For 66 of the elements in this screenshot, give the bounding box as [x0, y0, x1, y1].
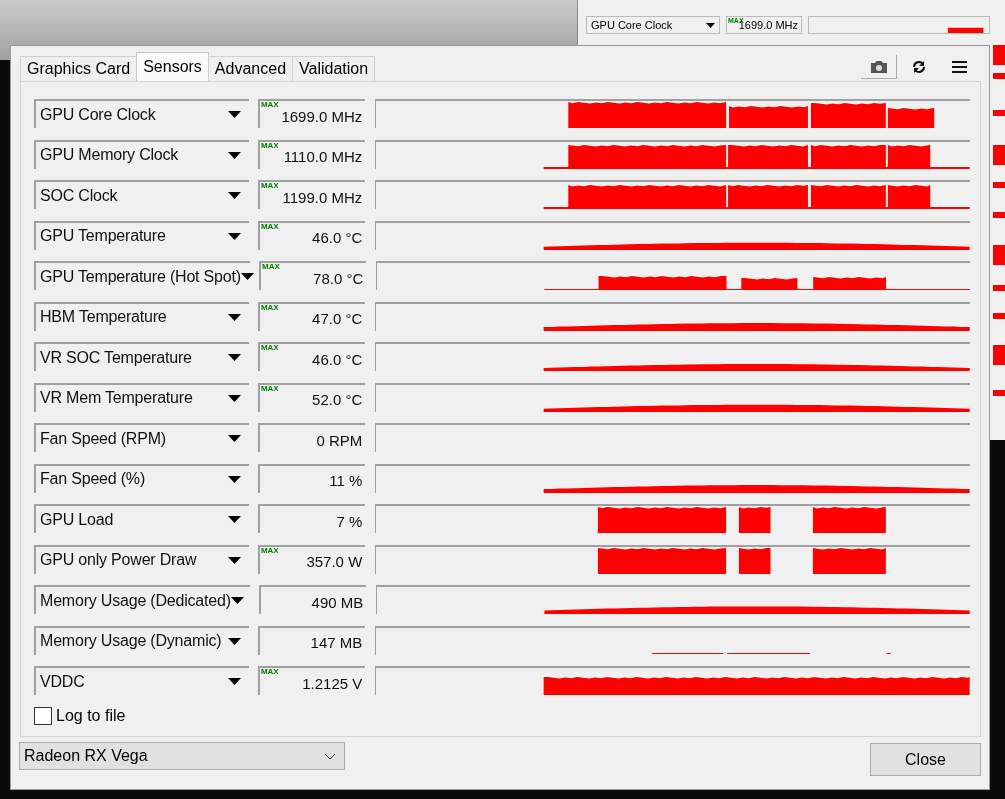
- sensor-dropdown[interactable]: GPU only Power Draw: [34, 544, 249, 574]
- max-label: MAX: [260, 344, 279, 352]
- max-label: MAX: [260, 303, 279, 312]
- caret-icon: [227, 678, 241, 685]
- max-label: MAX: [260, 182, 279, 190]
- sensor-dropdown[interactable]: Memory Usage (Dynamic): [34, 625, 249, 655]
- sensor-value: MAX 1.2125 V: [257, 666, 366, 695]
- caret-icon: [706, 22, 715, 28]
- caret-icon: [227, 516, 241, 523]
- sensor-dropdown[interactable]: Memory Usage (Dedicated): [34, 585, 250, 614]
- sensor-value: 147 MB: [257, 625, 366, 655]
- max-label: MAX: [260, 384, 279, 393]
- sensor-value: MAX 52.0 °C: [257, 382, 366, 412]
- sensor-value: MAX 78.0 °C: [259, 261, 367, 290]
- sensor-value: MAX 46.0 °C: [257, 342, 366, 371]
- sensor-dropdown[interactable]: Fan Speed (%): [34, 463, 249, 493]
- max-label: MAX: [260, 141, 279, 150]
- sensor-value: MAX 1699.0 MHz: [257, 99, 366, 128]
- sensor-value: MAX 1199.0 MHz: [257, 180, 366, 209]
- sensor-dropdown[interactable]: VR SOC Temperature: [34, 342, 249, 371]
- sensor-value: MAX 1110.0 MHz: [257, 139, 366, 169]
- sensor-dropdown[interactable]: GPU Core Clock: [34, 99, 249, 128]
- chevron-icon: [324, 752, 336, 760]
- tab[interactable]: Graphics Card: [20, 56, 138, 81]
- max-label: MAX: [260, 222, 279, 231]
- sensor-value: 0 RPM: [257, 423, 366, 452]
- caret-icon: [230, 597, 244, 604]
- caret-icon: [227, 111, 241, 118]
- max-label: MAX: [260, 668, 279, 676]
- caret-icon: [227, 394, 241, 402]
- sensor-value: MAX 47.0 °C: [257, 301, 366, 331]
- caret-icon: [227, 354, 241, 361]
- camera-icon[interactable]: [861, 54, 897, 79]
- sensor-value: 7 %: [257, 504, 366, 533]
- close-button[interactable]: Close: [870, 743, 981, 776]
- caret-icon: [227, 637, 241, 645]
- sensor-dropdown[interactable]: GPU Temperature: [34, 220, 249, 250]
- log-checkbox[interactable]: [34, 706, 52, 725]
- device-dropdown[interactable]: Radeon RX Vega: [19, 742, 345, 770]
- sensor-dropdown[interactable]: HBM Temperature: [34, 301, 249, 331]
- checkbox-label: Log to file: [56, 706, 126, 725]
- sensor-dropdown[interactable]: GPU Memory Clock: [34, 139, 249, 169]
- caret-icon: [227, 313, 241, 321]
- sensor-dropdown[interactable]: SOC Clock: [34, 180, 249, 209]
- sensor-dropdown[interactable]: VDDC: [34, 666, 249, 695]
- sensor-value: MAX 46.0 °C: [257, 220, 366, 250]
- tab[interactable]: Sensors: [136, 52, 209, 81]
- caret-icon: [240, 273, 254, 280]
- sensor-value: 490 MB: [259, 585, 367, 614]
- sensor-dropdown[interactable]: GPU Load: [34, 504, 249, 533]
- sensor-dropdown[interactable]: GPU Core Clock: [586, 16, 720, 34]
- max-label: MAX: [260, 101, 279, 109]
- max-label: MAX: [260, 546, 279, 555]
- caret-icon: [227, 475, 241, 483]
- caret-icon: [227, 192, 241, 199]
- tab[interactable]: Validation: [292, 56, 376, 81]
- caret-icon: [227, 556, 241, 564]
- caret-icon: [227, 232, 241, 240]
- tab[interactable]: Advanced: [207, 56, 294, 81]
- caret-icon: [227, 435, 241, 442]
- sensor-dropdown[interactable]: VR Mem Temperature: [34, 382, 249, 412]
- sensor-value: 11 %: [257, 463, 366, 493]
- max-label: MAX: [262, 263, 280, 271]
- sensor-value: MAX 357.0 W: [257, 544, 366, 574]
- sensor-dropdown[interactable]: Fan Speed (RPM): [34, 423, 249, 452]
- caret-icon: [227, 151, 241, 159]
